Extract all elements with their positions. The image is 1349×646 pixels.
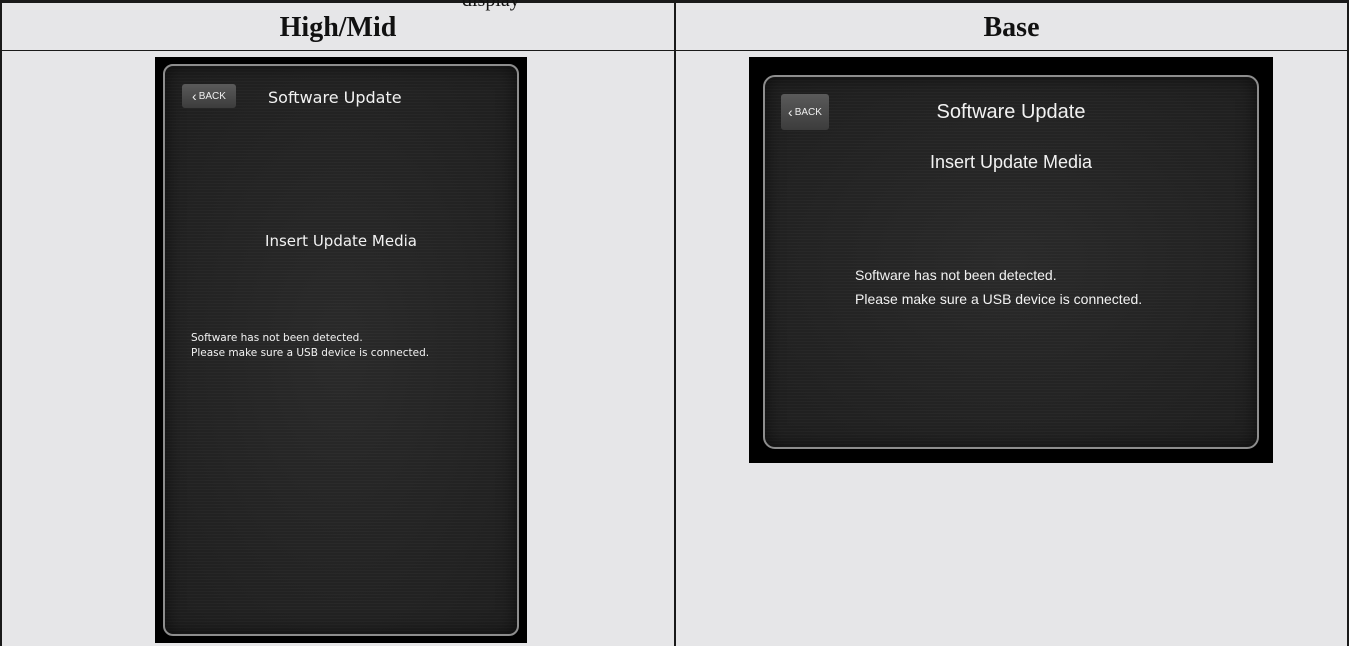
screen-subtitle: Insert Update Media — [265, 232, 417, 250]
table-column-divider — [674, 0, 676, 646]
back-button[interactable]: ‹ BACK — [182, 84, 236, 108]
base-screenshot: ‹ BACK Software Update Insert Update Med… — [749, 57, 1273, 463]
table-left-border — [0, 0, 2, 646]
column-header-high-mid: High/Mid — [279, 12, 397, 43]
base-display-frame: ‹ BACK Software Update Insert Update Med… — [763, 75, 1259, 449]
high-mid-screenshot: ‹ BACK Software Update Insert Update Med… — [155, 57, 527, 643]
screen-title: Software Update — [268, 88, 402, 107]
high-mid-display-frame: ‹ BACK Software Update Insert Update Med… — [163, 64, 519, 636]
table-header-divider — [0, 50, 1349, 51]
chevron-left-icon: ‹ — [192, 88, 197, 104]
message-line-1: Software has not been detected. — [191, 332, 363, 344]
message-line-1: Software has not been detected. — [855, 267, 1057, 283]
message-line-2: Please make sure a USB device is connect… — [855, 291, 1143, 307]
column-header-base: Base — [983, 12, 1040, 43]
screen-subtitle: Insert Update Media — [929, 152, 1093, 172]
screen-title: Software Update — [936, 101, 1086, 123]
cropped-caption-fragment: display — [462, 0, 520, 11]
back-button-label: BACK — [198, 90, 226, 102]
message-line-2: Please make sure a USB device is connect… — [191, 347, 430, 359]
